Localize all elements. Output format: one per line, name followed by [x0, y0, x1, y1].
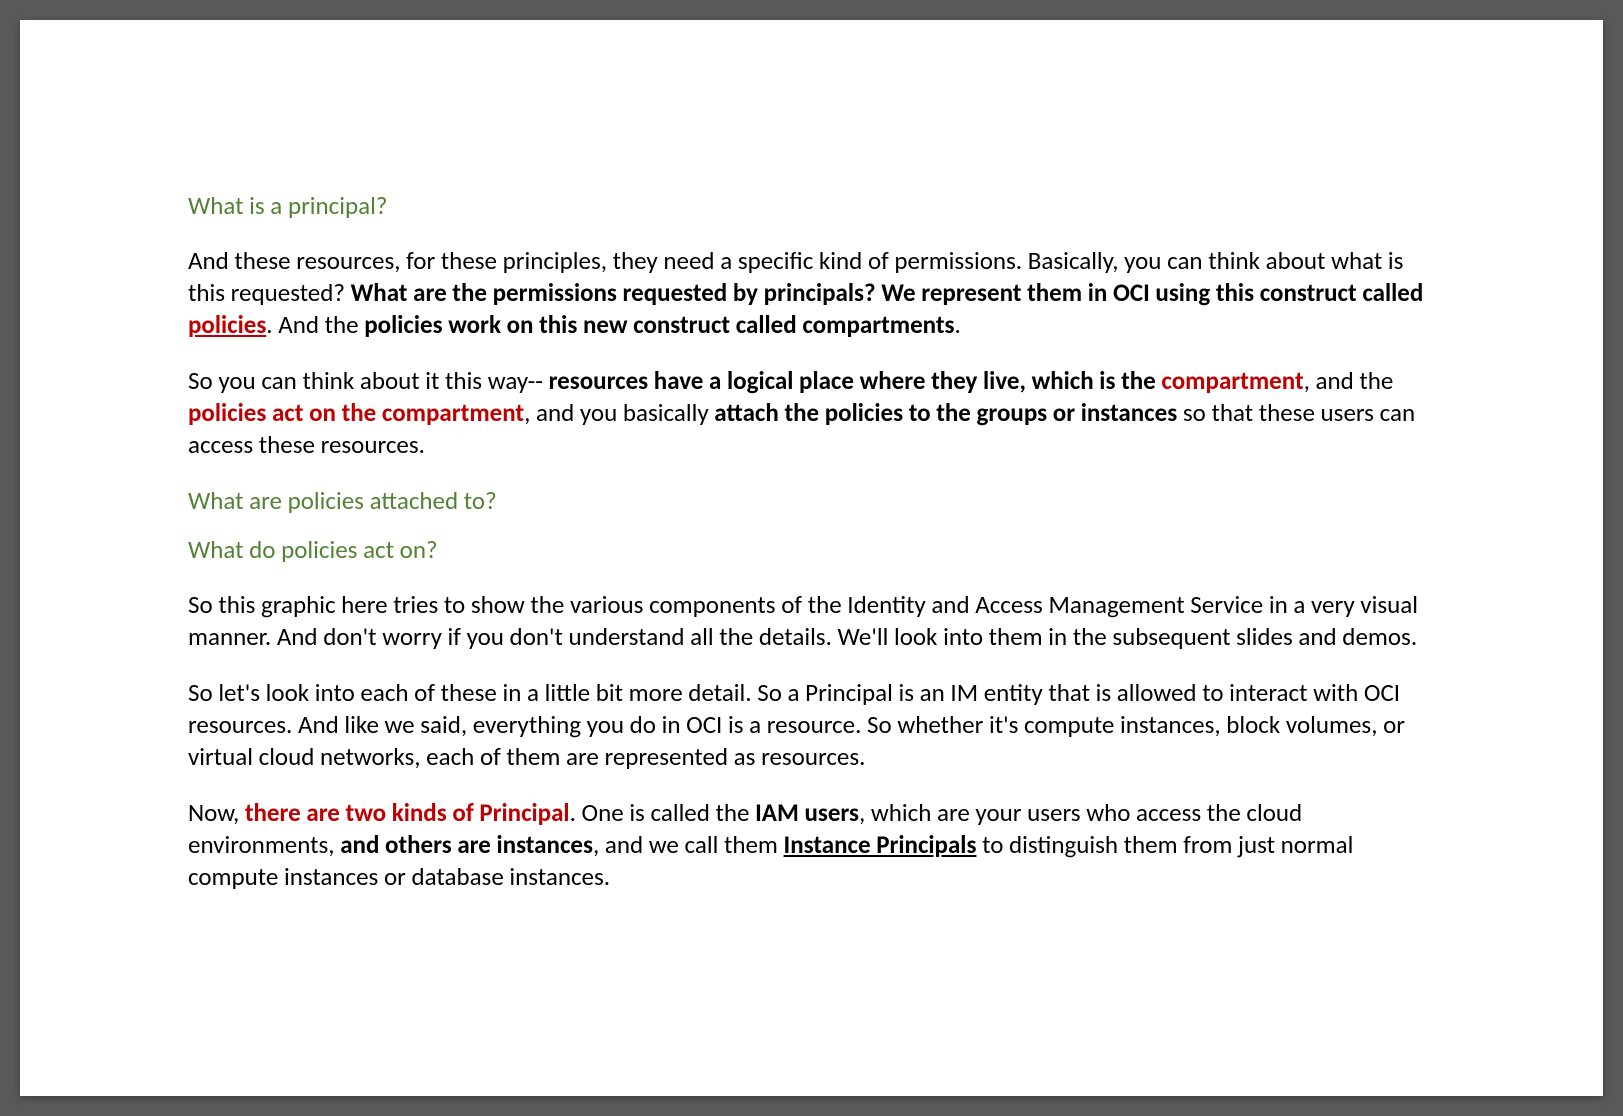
- heading-policies-act-on: What do policies act on?: [188, 534, 1435, 565]
- text-run: . And the: [266, 309, 364, 340]
- text-run: , and the: [1304, 365, 1394, 396]
- text-run-bold: resources have a logical place where the…: [549, 365, 1162, 396]
- text-run: So you can think about it this way--: [188, 365, 549, 396]
- paragraph-1: And these resources, for these principle…: [188, 245, 1435, 341]
- text-run-iam-users: IAM users: [755, 797, 859, 828]
- text-run-compartment: compartment: [1161, 365, 1303, 396]
- text-run: , and we call them: [593, 829, 784, 860]
- text-run: So this graphic here tries to show the v…: [188, 589, 1418, 652]
- paragraph-3: So this graphic here tries to show the v…: [188, 589, 1435, 653]
- text-run-others-instances: and others are instances: [340, 829, 593, 860]
- text-run-two-kinds: there are two kinds of Principal: [245, 797, 570, 828]
- text-run: . One is called the: [570, 797, 756, 828]
- document-page: What is a principal? And these resources…: [20, 20, 1603, 1096]
- text-run: Now,: [188, 797, 245, 828]
- text-run-bold: What are the permissions requested by pr…: [351, 277, 1424, 308]
- text-run: .: [955, 309, 961, 340]
- text-run-policies-link: policies: [188, 309, 266, 340]
- paragraph-5: Now, there are two kinds of Principal. O…: [188, 797, 1435, 893]
- paragraph-4: So let's look into each of these in a li…: [188, 677, 1435, 773]
- text-run-policies-act: policies act on the compartment: [188, 397, 524, 428]
- text-run: So let's look into each of these in a li…: [188, 677, 1405, 772]
- text-run-bold: attach the policies to the groups or ins…: [714, 397, 1177, 428]
- text-run-bold: policies work on this new construct call…: [364, 309, 954, 340]
- heading-policies-attached: What are policies attached to?: [188, 485, 1435, 516]
- heading-what-is-principal: What is a principal?: [188, 190, 1435, 221]
- text-run: , and you basically: [524, 397, 714, 428]
- paragraph-2: So you can think about it this way-- res…: [188, 365, 1435, 461]
- text-run-instance-principals: Instance Principals: [784, 829, 977, 860]
